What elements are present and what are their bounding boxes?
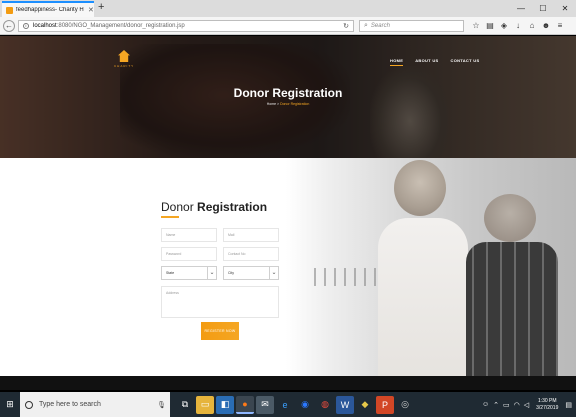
site-logo[interactable]: CHARITY: [114, 50, 134, 72]
browser-nav-bar: ← i localhost:8080/NGO_Management/donor_…: [0, 17, 576, 35]
search-placeholder: Search: [370, 23, 390, 29]
url-bar[interactable]: i localhost:8080/NGO_Management/donor_re…: [18, 20, 354, 32]
store-icon[interactable]: ◧: [216, 395, 234, 414]
url-path: :8080/NGO_Management/donor_registration.…: [56, 23, 185, 29]
app-icon-2[interactable]: ◎: [396, 396, 414, 414]
microphone-icon[interactable]: 🎙: [157, 401, 166, 409]
children-photo: [286, 158, 576, 376]
favicon-icon: [6, 6, 13, 14]
photo-child-1: [378, 218, 468, 376]
windows-taskbar: ⊞ Type here to search 🎙 ⧉ ▭ ◧ ● ✉ e ◉ ◍ …: [0, 392, 576, 417]
page-footer: [0, 376, 576, 390]
wifi-icon[interactable]: ◠: [514, 401, 520, 409]
firefox-icon[interactable]: ●: [236, 395, 254, 414]
photo-child-1-head: [394, 160, 446, 216]
registration-section: Donor Registration Name Mail Password Co…: [0, 158, 576, 376]
menu-icon[interactable]: ≡: [554, 20, 566, 32]
photo-child-2-head: [484, 194, 536, 242]
breadcrumb: Home > Donor Registration: [0, 102, 576, 106]
breadcrumb-home[interactable]: Home: [267, 102, 276, 106]
info-icon[interactable]: i: [23, 23, 29, 29]
search-icon: ⌕: [364, 22, 368, 29]
email-input[interactable]: Mail: [223, 228, 279, 242]
minimize-icon[interactable]: —: [510, 0, 532, 17]
maximize-icon[interactable]: ☐: [532, 0, 554, 17]
browser-tab[interactable]: feedhappiness- Charity H... ✕: [2, 1, 94, 17]
url-text: localhost:8080/NGO_Management/donor_regi…: [33, 23, 185, 29]
contact-input[interactable]: Contact No: [223, 247, 279, 261]
edge-icon[interactable]: e: [276, 396, 294, 414]
chevron-up-icon[interactable]: ⌃: [493, 401, 499, 409]
register-button[interactable]: REGISTER NOW: [201, 322, 239, 340]
title-underline: [161, 216, 179, 218]
back-arrow-icon[interactable]: ←: [3, 20, 15, 32]
task-view-icon[interactable]: ⧉: [176, 396, 194, 414]
chevron-down-icon: ⌄: [269, 267, 278, 279]
nav-contact[interactable]: CONTACT US: [451, 58, 480, 66]
state-select-value: State: [166, 271, 175, 275]
browser-tab-bar: feedhappiness- Charity H... ✕ + — ☐ ✕: [0, 0, 576, 17]
file-explorer-icon[interactable]: ▭: [196, 395, 214, 414]
city-select[interactable]: City ⌄: [223, 266, 279, 280]
search-box[interactable]: ⌕ Search: [359, 20, 464, 32]
taskbar-apps: ⧉ ▭ ◧ ● ✉ e ◉ ◍ W ◆ P ◎: [176, 395, 414, 414]
clock[interactable]: 1:30 PM 3/27/2019: [533, 398, 561, 412]
taskbar-search[interactable]: Type here to search 🎙: [20, 392, 170, 417]
clock-date: 3/27/2019: [536, 404, 559, 411]
cortana-circle-icon: [25, 400, 33, 409]
password-input[interactable]: Password: [161, 247, 217, 261]
app-icon[interactable]: ◆: [356, 396, 374, 414]
chevron-down-icon: ⌄: [207, 267, 216, 279]
form-title: Donor Registration: [161, 200, 267, 214]
mail-icon[interactable]: ✉: [256, 395, 274, 414]
nav-about[interactable]: ABOUT US: [415, 58, 438, 66]
notification-icon[interactable]: ▤: [565, 401, 572, 409]
system-tray: ☺ ⌃ ▭ ◠ ◁ 1:30 PM 3/27/2019 ▤: [482, 398, 576, 412]
clock-time: 1:30 PM: [537, 397, 557, 404]
word-icon[interactable]: W: [336, 395, 354, 414]
house-logo-icon: [118, 50, 130, 62]
sync-icon[interactable]: ☻: [540, 20, 552, 32]
form-title-light: Donor: [161, 200, 198, 214]
reading-list-icon[interactable]: ▤: [484, 20, 496, 32]
logo-text: CHARITY: [114, 64, 135, 68]
site-nav: HOME ABOUT US CONTACT US: [390, 58, 479, 66]
bookmark-star-icon[interactable]: ☆: [470, 20, 482, 32]
photo-child-2: [466, 242, 558, 376]
page-viewport: CHARITY HOME ABOUT US CONTACT US Donor R…: [0, 36, 576, 376]
url-host: localhost: [33, 23, 57, 29]
windows-start-icon[interactable]: ⊞: [0, 392, 20, 417]
hero-banner: CHARITY HOME ABOUT US CONTACT US Donor R…: [0, 36, 576, 158]
address-textarea[interactable]: Address: [161, 286, 279, 318]
close-window-icon[interactable]: ✕: [554, 0, 576, 17]
form-title-bold: Registration: [197, 200, 268, 214]
powerpoint-icon[interactable]: P: [376, 395, 394, 414]
settings-icon[interactable]: ◉: [296, 396, 314, 414]
close-tab-icon[interactable]: ✕: [88, 6, 94, 14]
state-select[interactable]: State ⌄: [161, 266, 217, 280]
window-controls: — ☐ ✕: [510, 0, 576, 17]
city-select-value: City: [228, 271, 235, 275]
people-icon[interactable]: ☺: [482, 401, 489, 408]
reload-icon[interactable]: ↻: [343, 22, 349, 30]
volume-icon[interactable]: ◁: [524, 401, 529, 409]
pocket-icon[interactable]: ◈: [498, 20, 510, 32]
taskbar-search-text: Type here to search: [39, 401, 101, 408]
download-icon[interactable]: ↓: [512, 20, 524, 32]
chrome-icon[interactable]: ◍: [316, 396, 334, 414]
nav-home[interactable]: HOME: [390, 58, 404, 66]
browser-toolbar: ☆ ▤ ◈ ↓ ⌂ ☻ ≡: [470, 20, 566, 32]
breadcrumb-current: Donor Registration: [280, 102, 310, 106]
battery-icon[interactable]: ▭: [503, 401, 510, 409]
home-icon[interactable]: ⌂: [526, 20, 538, 32]
new-tab-button[interactable]: +: [98, 1, 104, 13]
page-title: Donor Registration: [233, 86, 343, 100]
tab-title: feedhappiness- Charity H...: [16, 7, 84, 13]
name-input[interactable]: Name: [161, 228, 217, 242]
